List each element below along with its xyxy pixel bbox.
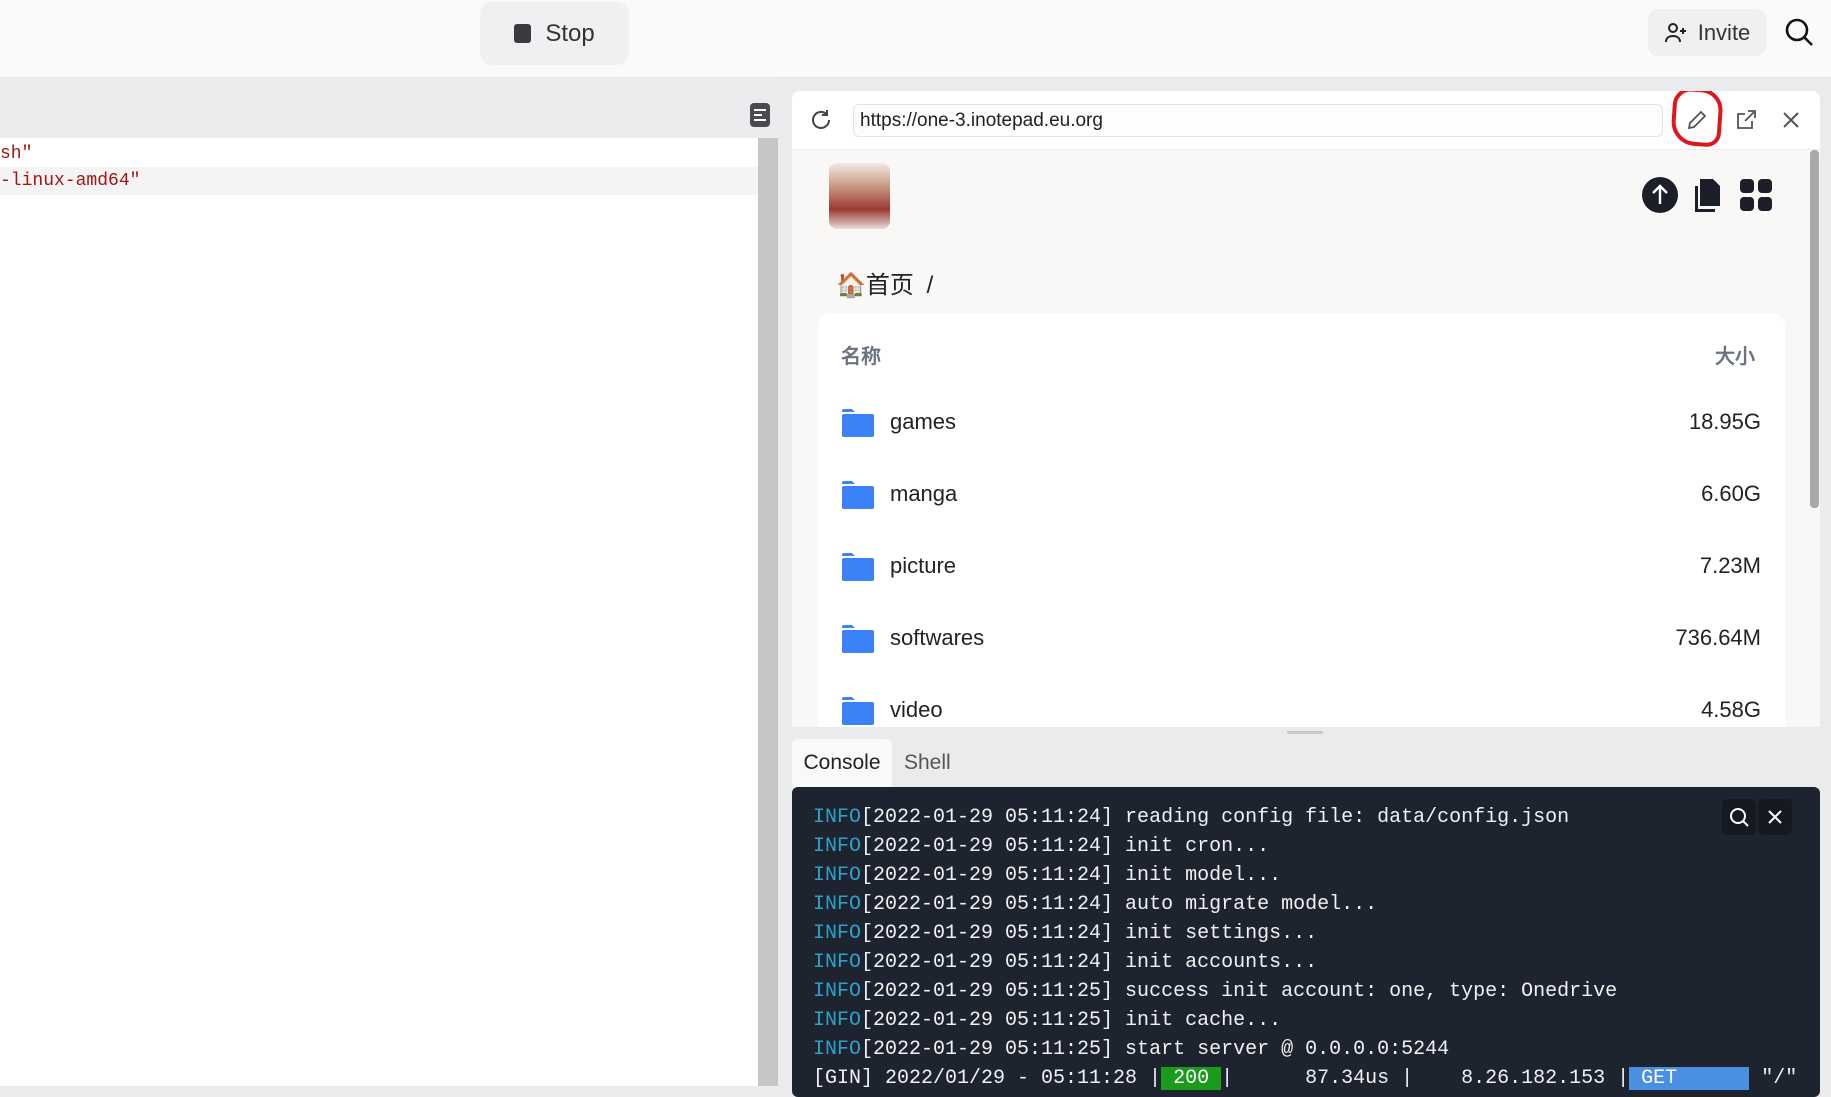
column-header-name[interactable]: 名称 [841, 340, 881, 369]
file-row[interactable]: video 4.58G [818, 687, 1785, 727]
log-level: INFO [813, 922, 862, 945]
console-search-button[interactable] [1722, 799, 1756, 835]
top-bar: Stop Invite [0, 0, 1831, 78]
grid-icon[interactable] [1738, 177, 1774, 213]
log-line: INFO[2022-01-29 05:11:24] init model... [813, 861, 1281, 890]
close-icon[interactable] [1781, 110, 1801, 130]
folder-icon [842, 697, 874, 725]
log-level: INFO [813, 951, 862, 974]
file-row[interactable]: softwares 736.64M [818, 615, 1785, 665]
log-line: INFO[2022-01-29 05:11:25] init cache... [813, 1006, 1281, 1035]
stop-icon [514, 24, 532, 43]
log-line: INFO[2022-01-29 05:11:24] init settings.… [813, 919, 1317, 948]
log-text: [2022-01-29 05:11:24] init model... [861, 864, 1282, 887]
upload-icon[interactable] [1642, 177, 1678, 213]
log-text: [2022-01-29 05:11:25] init cache... [861, 1009, 1282, 1032]
log-line: INFO[2022-01-29 05:11:25] start server @… [813, 1035, 1449, 1064]
home-icon: 🏠 [836, 272, 866, 299]
stop-button[interactable]: Stop [480, 2, 629, 65]
file-name[interactable]: manga [890, 481, 957, 507]
tab-shell[interactable]: Shell [904, 739, 951, 787]
log-level: INFO [813, 864, 862, 887]
copy-icon[interactable] [1690, 177, 1726, 213]
external-link-icon[interactable] [1734, 108, 1758, 132]
file-name[interactable]: games [890, 409, 956, 435]
user-plus-icon [1664, 22, 1686, 42]
log-text: [2022-01-29 05:11:24] init accounts... [861, 951, 1318, 974]
red-annotation-circle [1670, 91, 1724, 148]
file-size: 4.58G [1701, 697, 1761, 722]
file-size: 736.64M [1675, 625, 1761, 650]
breadcrumb: 🏠首页 / [836, 265, 933, 300]
resize-handle[interactable] [1287, 731, 1323, 734]
code-line: sh" [0, 144, 33, 164]
url-input[interactable]: https://one-3.inotepad.eu.org [853, 104, 1663, 137]
gin-stats: | 87.34us | 8.26.182.153 | [1221, 1067, 1630, 1090]
file-name[interactable]: picture [890, 553, 956, 579]
invite-label: Invite [1697, 19, 1751, 45]
gin-log-line: [GIN] 2022/01/29 - 05:11:28 | 200 | 87.3… [813, 1064, 1797, 1093]
url-bar: https://one-3.inotepad.eu.org [792, 91, 1820, 150]
file-size: 18.95G [1688, 409, 1761, 434]
status-badge: 200 [1161, 1067, 1222, 1090]
editor-toolbar [0, 78, 778, 138]
editor-scrollbar[interactable] [758, 138, 778, 1086]
close-icon [1768, 810, 1782, 824]
code-line-active: -linux-amd64" [0, 167, 758, 195]
invite-button[interactable]: Invite [1648, 9, 1766, 56]
method-badge: GET [1629, 1067, 1750, 1090]
search-icon[interactable] [1784, 17, 1814, 47]
folder-icon [842, 481, 874, 509]
file-name[interactable]: softwares [890, 625, 984, 651]
folder-icon [842, 625, 874, 653]
log-text: [2022-01-29 05:11:24] auto migrate model… [861, 893, 1378, 916]
console-close-button[interactable] [1758, 799, 1792, 835]
tab-console[interactable]: Console [792, 739, 892, 787]
code-editor[interactable]: sh" -linux-amd64" [0, 138, 758, 1086]
file-size: 6.60G [1701, 481, 1761, 506]
log-text: [2022-01-29 05:11:24] reading config fil… [861, 806, 1570, 829]
breadcrumb-home[interactable]: 首页 [866, 272, 914, 299]
log-line: INFO[2022-01-29 05:11:24] reading config… [813, 803, 1569, 832]
log-line: INFO[2022-01-29 05:11:25] success init a… [813, 977, 1617, 1006]
file-row[interactable]: manga 6.60G [818, 471, 1785, 521]
gin-path: "/" [1749, 1067, 1798, 1090]
log-line: INFO[2022-01-29 05:11:24] init cron... [813, 832, 1269, 861]
outline-icon[interactable] [750, 103, 770, 127]
log-line: INFO[2022-01-29 05:11:24] auto migrate m… [813, 890, 1377, 919]
site-avatar [829, 163, 890, 229]
log-line: INFO[2022-01-29 05:11:24] init accounts.… [813, 948, 1317, 977]
column-header-size[interactable]: 大小 [1715, 340, 1755, 369]
folder-icon [842, 409, 874, 437]
webview-panel: https://one-3.inotepad.eu.org 🏠首页 / 名称 大… [792, 91, 1820, 727]
webview-scrollbar[interactable] [1810, 150, 1819, 508]
file-list: 名称 大小 games 18.95G manga 6.60G picture 7.23M s… [818, 313, 1785, 727]
file-name[interactable]: video [890, 697, 943, 723]
log-level: INFO [813, 1009, 862, 1032]
log-level: INFO [813, 893, 862, 916]
console-output[interactable]: INFO[2022-01-29 05:11:24] reading config… [792, 787, 1820, 1097]
log-text: [2022-01-29 05:11:25] success init accou… [861, 980, 1618, 1003]
log-level: INFO [813, 835, 862, 858]
reload-icon[interactable] [809, 108, 833, 132]
folder-icon [842, 553, 874, 581]
stop-label: Stop [545, 19, 595, 47]
breadcrumb-separator: / [926, 272, 934, 299]
log-level: INFO [813, 1038, 862, 1061]
log-text: [2022-01-29 05:11:24] init settings... [861, 922, 1318, 945]
log-text: [2022-01-29 05:11:25] start server @ 0.0… [861, 1038, 1450, 1061]
log-level: INFO [813, 806, 862, 829]
search-icon [1730, 808, 1749, 827]
file-row[interactable]: picture 7.23M [818, 543, 1785, 593]
file-row[interactable]: games 18.95G [818, 399, 1785, 449]
log-level: INFO [813, 980, 862, 1003]
gin-prefix: [GIN] 2022/01/29 - 05:11:28 | [813, 1067, 1162, 1090]
file-size: 7.23M [1699, 553, 1761, 578]
log-text: [2022-01-29 05:11:24] init cron... [861, 835, 1270, 858]
